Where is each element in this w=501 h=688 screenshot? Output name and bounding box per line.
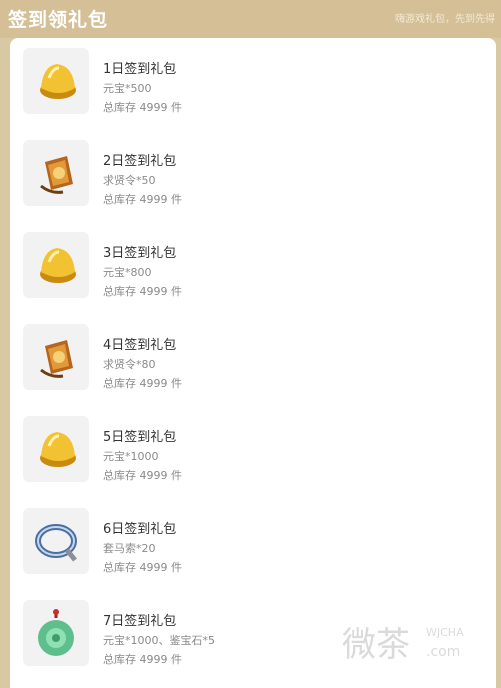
gift-stock: 总库存 4999 件 [103, 469, 182, 482]
gift-list-panel: 1日签到礼包 元宝*500 总库存 4999 件 2日签到礼包 求贤令*50 总… [10, 38, 496, 688]
page-header: 签到领礼包 嗨游戏礼包，先到先得 [0, 0, 501, 38]
gift-thumb [23, 508, 89, 574]
gift-desc: 元宝*1000、鉴宝石*5 [103, 634, 215, 647]
gift-desc: 套马索*20 [103, 542, 156, 555]
gift-stock: 总库存 4999 件 [103, 561, 182, 574]
gift-thumb [23, 232, 89, 298]
gift-stock: 总库存 4999 件 [103, 101, 182, 114]
gift-name: 4日签到礼包 [103, 338, 177, 353]
gift-thumb [23, 600, 89, 666]
gold-ingot-icon [40, 64, 76, 99]
lasso-rope-icon [35, 524, 77, 562]
gift-desc: 求贤令*50 [103, 174, 156, 187]
gift-item-day-1[interactable]: 1日签到礼包 元宝*500 总库存 4999 件 [10, 38, 496, 118]
gift-item-day-2[interactable]: 2日签到礼包 求贤令*50 总库存 4999 件 [10, 130, 496, 210]
gift-desc: 元宝*500 [103, 82, 152, 95]
gift-thumb [23, 140, 89, 206]
gift-stock: 总库存 4999 件 [103, 285, 182, 298]
gift-name: 2日签到礼包 [103, 154, 177, 169]
gift-name: 5日签到礼包 [103, 430, 177, 445]
gift-desc: 求贤令*80 [103, 358, 156, 371]
gift-stock: 总库存 4999 件 [103, 193, 182, 206]
gift-thumb [23, 416, 89, 482]
gift-stock: 总库存 4999 件 [103, 377, 182, 390]
recruit-token-icon [40, 340, 73, 378]
gift-desc: 元宝*800 [103, 266, 152, 279]
gift-thumb [23, 324, 89, 390]
gift-stock: 总库存 4999 件 [103, 653, 182, 666]
watermark-latin: WJCHA [426, 626, 464, 639]
gold-ingot-icon [40, 248, 76, 283]
gift-name: 1日签到礼包 [103, 62, 177, 77]
gift-name: 7日签到礼包 [103, 614, 177, 629]
gold-ingot-icon [40, 432, 76, 467]
watermark-logo: 微茶 WJCHA .com [338, 610, 488, 680]
jade-pendant-icon [38, 609, 74, 656]
gift-item-day-4[interactable]: 4日签到礼包 求贤令*80 总库存 4999 件 [10, 314, 496, 394]
watermark-text: 微茶 [342, 625, 410, 665]
gift-item-day-3[interactable]: 3日签到礼包 元宝*800 总库存 4999 件 [10, 222, 496, 302]
gift-name: 3日签到礼包 [103, 246, 177, 261]
gift-thumb [23, 48, 89, 114]
gift-item-day-5[interactable]: 5日签到礼包 元宝*1000 总库存 4999 件 [10, 406, 496, 486]
gift-desc: 元宝*1000 [103, 450, 159, 463]
recruit-token-icon [40, 156, 73, 194]
gift-item-day-6[interactable]: 6日签到礼包 套马索*20 总库存 4999 件 [10, 498, 496, 578]
watermark-domain: .com [426, 644, 460, 660]
page-subtitle: 嗨游戏礼包，先到先得 [395, 14, 495, 25]
page-title: 签到领礼包 [8, 9, 109, 31]
gift-name: 6日签到礼包 [103, 522, 177, 537]
